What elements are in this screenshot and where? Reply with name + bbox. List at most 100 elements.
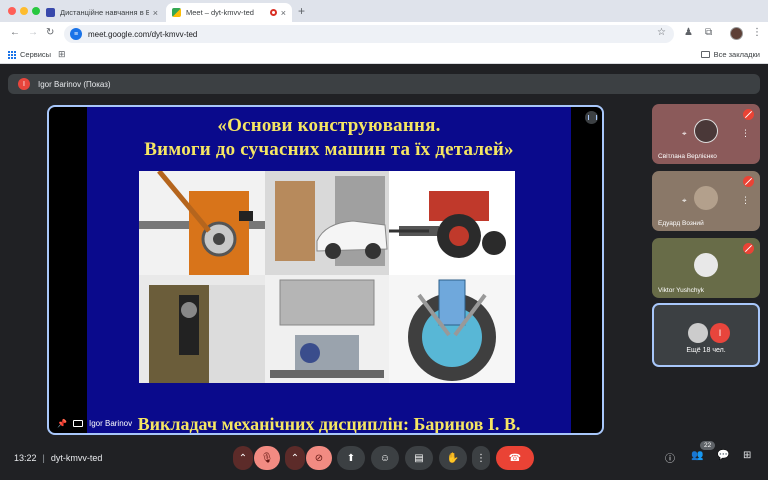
- new-tab-button[interactable]: +: [298, 4, 305, 18]
- extension-icon[interactable]: ♟: [684, 27, 693, 38]
- tab-bar: Дистанційне навчання в ВСП × Meet – dyt-…: [0, 0, 768, 22]
- more-options-icon[interactable]: ⋮: [741, 128, 750, 139]
- site-favicon-icon: [46, 8, 55, 17]
- raise-hand-button[interactable]: ✋: [439, 446, 467, 470]
- camera-toggle-button[interactable]: ⊘: [306, 446, 332, 470]
- present-now-button[interactable]: ⬆: [337, 446, 365, 470]
- slide-footer: Викладач механічних дисциплін: Баринов І…: [137, 414, 521, 434]
- bookmark-apps-label: Сервисы: [20, 50, 52, 59]
- hand-icon: ✋: [446, 452, 460, 464]
- chevron-up-icon: ⌃: [238, 452, 248, 464]
- participant-tile[interactable]: ⌖ ⋮ Едуард Возний: [652, 171, 760, 231]
- avatar: [694, 253, 718, 277]
- url-text: meet.google.com/dyt-kmvv-ted: [88, 29, 198, 39]
- activities-icon[interactable]: ⊞: [743, 450, 751, 461]
- stage-owner-label: 📌 Igor Barinov: [57, 419, 132, 428]
- slide-image-mechanism: [139, 171, 265, 275]
- emoji-icon: ☺: [379, 452, 391, 464]
- back-arrow-icon[interactable]: ←: [10, 27, 20, 38]
- video-options-button[interactable]: ⌃: [285, 446, 305, 470]
- slide-title-line2: Вимоги до сучасних машин та їх деталей»: [144, 139, 514, 160]
- meeting-details-icon[interactable]: ⓘ: [665, 450, 675, 465]
- more-participants-label: Ещё 18 чел.: [686, 347, 726, 354]
- presentation-slide: «Основи конструювання. Вимоги до сучасни…: [87, 107, 571, 434]
- site-info-icon[interactable]: ≡: [70, 28, 82, 40]
- presenter-bar: I Igor Barinov (Показ): [8, 74, 760, 94]
- participant-tile[interactable]: ⌖ ⋮ Світлана Верлієнко: [652, 104, 760, 164]
- toolbar: ← → ↻ ≡ meet.google.com/dyt-kmvv-ted ☆ ♟…: [0, 22, 768, 46]
- chat-icon[interactable]: 💬: [717, 450, 729, 461]
- mic-off-icon: [743, 109, 754, 120]
- people-count-badge: 22: [700, 441, 716, 450]
- mic-off-icon: [743, 176, 754, 187]
- slide-image-motor-assembly: [265, 275, 389, 383]
- profile-avatar[interactable]: [730, 27, 743, 40]
- camera-off-icon: ⊘: [314, 452, 324, 464]
- meeting-code: dyt-kmvv-ted: [50, 453, 103, 463]
- mic-toggle-button[interactable]: 🎙: [254, 446, 280, 470]
- tab-meet[interactable]: Meet – dyt-kmvv-ted ×: [166, 3, 292, 22]
- avatar: [694, 119, 718, 143]
- separator: |: [42, 453, 45, 463]
- slide-image-tractor: [389, 171, 515, 275]
- reactions-button[interactable]: ☺: [371, 446, 399, 470]
- extensions-puzzle-icon[interactable]: ⧉: [705, 27, 712, 38]
- all-bookmarks-label: Все закладки: [713, 50, 760, 59]
- recording-icon: [269, 9, 277, 16]
- participant-name: Едуард Возний: [658, 220, 704, 227]
- menu-kebab-icon[interactable]: ⋮: [752, 27, 762, 38]
- more-options-icon[interactable]: ⋮: [741, 195, 750, 206]
- avatar: [688, 323, 708, 343]
- meeting-time: 13:22: [14, 453, 37, 463]
- chevron-up-icon: ⌃: [290, 452, 300, 464]
- tab-title: Дистанційне навчання в ВСП: [60, 8, 149, 17]
- meet-favicon-icon: [172, 8, 181, 17]
- bookmark-star-icon[interactable]: ☆: [657, 27, 666, 38]
- presenter-label: Igor Barinov (Показ): [38, 79, 111, 89]
- address-bar[interactable]: ≡ meet.google.com/dyt-kmvv-ted ☆: [64, 25, 674, 43]
- presentation-stage[interactable]: «Основи конструювання. Вимоги до сучасни…: [47, 105, 604, 435]
- meet-area: I Igor Barinov (Показ) «Основи конструюв…: [0, 65, 768, 480]
- tab-groups-icon[interactable]: ⊞: [58, 49, 66, 60]
- audio-options-button[interactable]: ⌃: [233, 446, 253, 470]
- hang-up-icon: ☎: [508, 452, 522, 464]
- leave-call-button[interactable]: ☎: [496, 446, 534, 470]
- pin-icon[interactable]: ⌖: [682, 196, 687, 206]
- reload-icon[interactable]: ↻: [46, 27, 54, 38]
- participant-name: Світлана Верлієнко: [658, 153, 717, 160]
- tab-distance-learning[interactable]: Дистанційне навчання в ВСП ×: [40, 3, 164, 22]
- more-vert-icon: ⋮: [476, 452, 486, 464]
- tab-title: Meet – dyt-kmvv-ted: [186, 8, 254, 17]
- people-icon[interactable]: 👥: [691, 450, 703, 461]
- mic-off-icon: [743, 243, 754, 254]
- pin-icon[interactable]: ⌖: [682, 129, 687, 139]
- all-bookmarks[interactable]: Все закладки: [700, 50, 760, 59]
- more-participants-tile[interactable]: I Ещё 18 чел.: [652, 303, 760, 367]
- close-window-button[interactable]: [8, 7, 16, 15]
- folder-icon: [700, 51, 710, 58]
- mic-off-icon: 🎙: [260, 452, 274, 464]
- audio-activity-icon: [585, 111, 598, 124]
- captions-button[interactable]: ▤: [405, 446, 433, 470]
- stage-owner-name: Igor Barinov: [88, 419, 133, 428]
- meeting-info: 13:22 | dyt-kmvv-ted: [14, 453, 102, 463]
- avatar: I: [710, 323, 730, 343]
- bookmark-apps[interactable]: Сервисы: [8, 50, 51, 59]
- more-options-button[interactable]: ⋮: [472, 446, 490, 470]
- slide-title-line1: «Основи конструювання.: [217, 115, 441, 136]
- present-screen-icon: ⬆: [346, 452, 356, 464]
- close-tab-icon[interactable]: ×: [281, 8, 286, 18]
- screen-share-icon: [72, 420, 83, 427]
- apps-grid-icon: [8, 50, 16, 59]
- close-tab-icon[interactable]: ×: [153, 8, 158, 18]
- participant-name: Viktor Yushchyk: [658, 287, 705, 294]
- bookmarks-bar: Сервисы ⊞ Все закладки: [0, 46, 768, 64]
- captions-icon: ▤: [414, 452, 424, 464]
- participant-tile[interactable]: Viktor Yushchyk: [652, 238, 760, 298]
- minimize-window-button[interactable]: [20, 7, 28, 15]
- forward-arrow-icon[interactable]: →: [28, 27, 38, 38]
- slide-image-car: [265, 171, 389, 275]
- slide-image-wheel-mechanism: [389, 275, 515, 383]
- maximize-window-button[interactable]: [32, 7, 40, 15]
- pin-icon[interactable]: 📌: [57, 419, 67, 428]
